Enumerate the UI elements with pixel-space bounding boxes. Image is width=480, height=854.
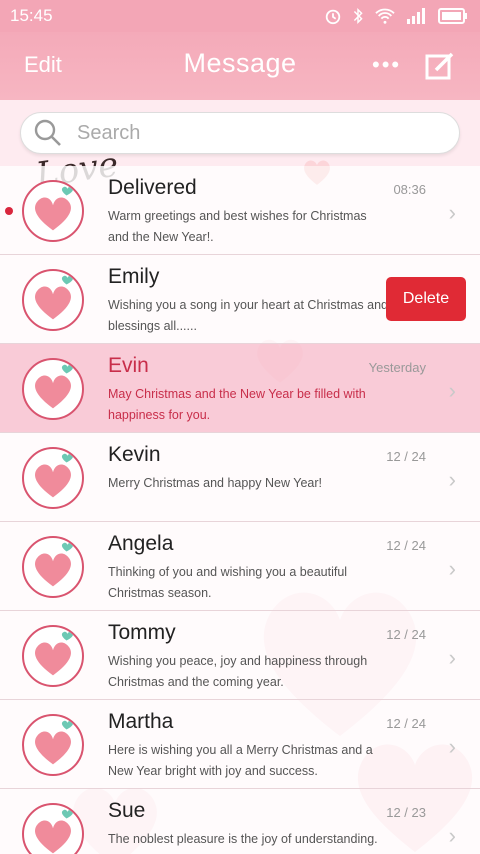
- contact-name: Angela: [108, 532, 174, 555]
- chevron-right-icon: ›: [448, 734, 456, 759]
- more-icon[interactable]: •••: [372, 54, 401, 76]
- avatar: [22, 803, 84, 854]
- message-time: 12 / 24: [386, 449, 426, 464]
- list-item[interactable]: Tommy Wishing you peace, joy and happine…: [0, 611, 480, 700]
- bluetooth-icon: [352, 7, 364, 25]
- unread-indicator: [5, 207, 13, 215]
- chevron-right-icon: ›: [448, 200, 456, 225]
- message-preview: Warm greetings and best wishes for Chris…: [108, 209, 367, 244]
- message-preview: Wishing you a song in your heart at Chri…: [108, 298, 388, 333]
- status-bar: 15:45: [0, 0, 480, 32]
- search-area: [0, 100, 480, 166]
- chevron-right-icon: ›: [448, 467, 456, 492]
- avatar: [22, 447, 84, 509]
- avatar: [22, 625, 84, 687]
- contact-name: Sue: [108, 799, 146, 822]
- compose-icon[interactable]: [424, 50, 456, 82]
- message-time: 08:36: [393, 182, 426, 197]
- contact-name: Kevin: [108, 443, 161, 466]
- avatar: [22, 180, 84, 242]
- list-item[interactable]: Evin May Christmas and the New Year be f…: [0, 344, 480, 433]
- battery-icon: [438, 8, 468, 24]
- avatar: [22, 714, 84, 776]
- status-time: 15:45: [10, 6, 53, 25]
- chevron-right-icon: ›: [448, 556, 456, 581]
- message-preview: The noblest pleasure is the joy of under…: [108, 832, 378, 846]
- chevron-right-icon: ›: [448, 378, 456, 403]
- contact-name: Emily: [108, 265, 160, 288]
- avatar: [22, 536, 84, 598]
- search-icon: [34, 119, 61, 146]
- message-preview: Thinking of you and wishing you a beauti…: [108, 565, 348, 600]
- message-time: 12 / 24: [386, 627, 426, 642]
- search-input[interactable]: [77, 121, 437, 145]
- contact-name: Martha: [108, 710, 174, 733]
- chevron-right-icon: ›: [448, 823, 456, 848]
- message-preview: Merry Christmas and happy New Year!: [108, 476, 322, 490]
- message-time: 12 / 24: [386, 538, 426, 553]
- avatar: [22, 358, 84, 420]
- header: Edit Message •••: [0, 32, 480, 100]
- signal-icon: [406, 7, 428, 25]
- list-item[interactable]: Delivered Warm greetings and best wishes…: [0, 166, 480, 255]
- list-item[interactable]: Emily Wishing you a song in your heart a…: [0, 255, 480, 344]
- delete-button[interactable]: Delete: [386, 277, 466, 321]
- contact-name: Tommy: [108, 621, 176, 644]
- message-list: Delivered Warm greetings and best wishes…: [0, 166, 480, 854]
- list-item[interactable]: Sue The noblest pleasure is the joy of u…: [0, 789, 480, 854]
- contact-name: Delivered: [108, 176, 197, 199]
- message-preview: May Christmas and the New Year be filled…: [108, 387, 366, 422]
- wifi-icon: [374, 7, 396, 25]
- contact-name: Evin: [108, 354, 149, 377]
- message-preview: Wishing you peace, joy and happiness thr…: [108, 654, 368, 689]
- alarm-icon: [324, 7, 342, 25]
- list-item[interactable]: Angela Thinking of you and wishing you a…: [0, 522, 480, 611]
- message-time: 12 / 24: [386, 716, 426, 731]
- list-item[interactable]: Kevin Merry Christmas and happy New Year…: [0, 433, 480, 522]
- message-time: Yesterday: [368, 360, 426, 375]
- list-item[interactable]: Martha Here is wishing you all a Merry C…: [0, 700, 480, 789]
- message-time: 12 / 23: [386, 805, 426, 820]
- chevron-right-icon: ›: [448, 645, 456, 670]
- avatar: [22, 269, 84, 331]
- message-preview: Here is wishing you all a Merry Christma…: [108, 743, 373, 778]
- page-title: Message: [183, 48, 297, 78]
- search-bar[interactable]: [20, 112, 460, 154]
